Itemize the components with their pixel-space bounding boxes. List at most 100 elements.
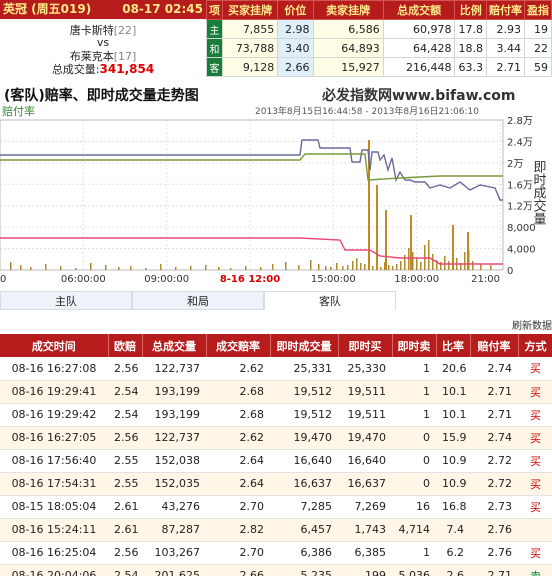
volume-bar	[448, 261, 450, 270]
trade-cell: 2.72	[470, 472, 518, 496]
volume-bar	[404, 255, 406, 270]
trade-header-cell[interactable]: 方式	[518, 334, 552, 357]
volume-bar	[416, 258, 418, 270]
trade-cell: 4,714	[392, 518, 436, 542]
trade-cell: 152,035	[142, 472, 206, 496]
trade-cell: 43,276	[142, 495, 206, 519]
volume-bar	[318, 264, 320, 270]
volume-bar	[342, 266, 344, 270]
trade-cell: 1	[392, 357, 436, 381]
volume-bar	[472, 261, 474, 270]
trade-cell: 买	[518, 449, 552, 473]
volume-bar	[372, 266, 374, 270]
team-tabs: 主队 和局 客队	[0, 291, 396, 310]
volume-bar	[298, 265, 300, 270]
trade-cell: 08-16 16:27:05	[0, 426, 108, 450]
trade-header-cell[interactable]: 比率	[436, 334, 471, 357]
trade-cell: 2.6	[436, 564, 470, 576]
trade-header-cell[interactable]: 赔付率	[470, 334, 519, 357]
match-summary: 英冠 (周五019) 08-17 02:45 唐卡斯特[22] vs 布莱克本[…	[0, 0, 552, 78]
volume-spike	[385, 210, 387, 270]
trade-cell: 2.61	[108, 495, 142, 519]
volume-bar	[428, 240, 430, 270]
trade-cell: 19,511	[338, 380, 392, 404]
summary-price: 3.40	[277, 38, 314, 58]
trade-cell: 买	[518, 380, 552, 404]
right-tick-label: 2.8万	[507, 116, 533, 127]
trade-cell: 1	[392, 541, 436, 565]
trade-cell: 16,640	[338, 449, 392, 473]
volume-bar	[480, 264, 482, 270]
trade-header-cell[interactable]: 即时卖	[392, 334, 437, 357]
summary-price: 2.66	[277, 57, 314, 77]
trade-cell: 08-16 17:54:31	[0, 472, 108, 496]
summary-ratio: 63.3	[454, 57, 487, 77]
date-range: 2013年8月15日16:44:58 - 2013年8月16日21:06:10	[255, 105, 479, 117]
total-volume-value: 341,854	[99, 62, 155, 76]
trade-header-cell[interactable]: 总成交量	[142, 334, 207, 357]
trade-cell: 1	[392, 403, 436, 427]
trade-cell: 10.9	[436, 472, 470, 496]
summary-payout: 2.71	[485, 57, 525, 77]
volume-bar	[272, 264, 274, 270]
refresh-data-link[interactable]: 刷新数据	[512, 317, 552, 332]
trade-header-cell[interactable]: 即时成交量	[270, 334, 339, 357]
volume-bar	[440, 262, 442, 270]
volume-bar	[175, 267, 177, 270]
trade-cell: 25,330	[338, 357, 392, 381]
volume-bar	[190, 266, 192, 270]
trade-row: 08-16 20:04:06 2.54 201,625 2.66 5,235 199 5,0…	[0, 564, 552, 576]
volume-bar	[130, 266, 132, 270]
trade-cell: 2.62	[206, 426, 270, 450]
x-tick-label: 0	[0, 274, 6, 285]
trade-row: 08-16 19:29:41 2.54 193,199 2.68 19,512 19,51…	[0, 380, 552, 404]
trade-cell: 2.56	[108, 426, 142, 450]
summary-buy: 73,788	[221, 38, 279, 58]
trade-cell: 2.74	[470, 357, 518, 381]
summary-row-draw: 和 73,788 3.40 64,893 64,428 18.8 3.44 22	[206, 38, 552, 58]
summary-extra: 59	[523, 57, 552, 77]
volume-spike	[410, 215, 412, 270]
trade-cell: 2.70	[206, 495, 270, 519]
trade-cell: 5,235	[270, 564, 338, 576]
trade-cell: 6.2	[436, 541, 470, 565]
trade-cell: 08-16 20:04:06	[0, 564, 108, 576]
trade-header-row: 成交时间 欧赔 总成交量 成交赔率 即时成交量 即时买 即时卖 比率 赔付率 方式	[0, 334, 552, 357]
summary-header-sell: 卖家挂牌	[312, 0, 384, 20]
trade-cell: 19,512	[270, 380, 338, 404]
tab-away[interactable]: 客队	[264, 291, 396, 310]
trade-cell: 08-16 19:29:42	[0, 403, 108, 427]
trade-header-cell[interactable]: 成交赔率	[206, 334, 271, 357]
x-tick-label: 09:00:00	[144, 274, 189, 285]
right-tick-label: 4,000	[507, 245, 536, 256]
summary-total: 60,978	[382, 19, 456, 39]
trade-cell: 2.64	[206, 449, 270, 473]
trade-cell: 2.72	[470, 449, 518, 473]
volume-bar	[336, 263, 338, 270]
tab-draw[interactable]: 和局	[132, 291, 264, 310]
right-tick-label: 0	[507, 266, 513, 277]
trade-cell: 08-16 15:24:11	[0, 518, 108, 542]
match-header-bar: 英冠 (周五019) 08-17 02:45	[0, 0, 206, 19]
tab-home[interactable]: 主队	[0, 291, 132, 310]
trade-cell: 16,637	[270, 472, 338, 496]
trade-cell: 2.56	[108, 357, 142, 381]
trade-cell: 5,036	[392, 564, 436, 576]
volume-bar	[444, 256, 446, 270]
trade-header-cell[interactable]: 即时买	[338, 334, 393, 357]
volume-bar	[60, 266, 62, 270]
summary-header-buy: 买家挂牌	[221, 0, 279, 20]
summary-header-ratio: 比例	[454, 0, 487, 20]
summary-row-away: 客 9,128 2.66 15,927 216,448 63.3 2.71 59	[206, 57, 552, 77]
total-volume: 总成交量:341,854	[0, 61, 206, 77]
trade-cell: 2.71	[470, 403, 518, 427]
trade-header-cell[interactable]: 欧赔	[108, 334, 143, 357]
trade-cell: 1	[392, 380, 436, 404]
right-axis-label: 即时成交量	[531, 160, 547, 225]
volume-bar	[400, 261, 402, 270]
x-tick-label: 15:00:00	[311, 274, 356, 285]
volume-bar	[105, 265, 107, 270]
trade-cell: 19,470	[338, 426, 392, 450]
trade-header-cell[interactable]: 成交时间	[0, 334, 109, 357]
trade-cell: 193,199	[142, 403, 206, 427]
